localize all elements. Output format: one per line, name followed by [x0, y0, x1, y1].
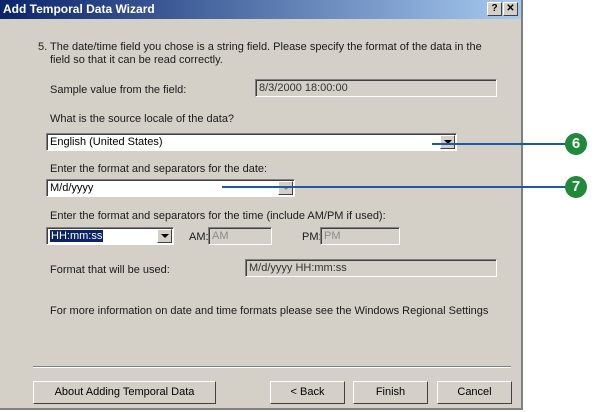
locale-value: English (United States): [50, 136, 163, 148]
title-bar: Add Temporal Data Wizard ? ✕: [0, 0, 521, 19]
result-format-field: M/d/yyyy HH:mm:ss: [245, 259, 497, 277]
back-button[interactable]: < Back: [270, 381, 345, 404]
date-format-combo[interactable]: M/d/yyyy: [46, 179, 295, 197]
sample-value-field: 8/3/2000 18:00:00: [255, 79, 497, 97]
finish-button[interactable]: Finish: [353, 381, 428, 404]
locale-dropdown[interactable]: English (United States): [46, 133, 457, 151]
divider: [33, 366, 511, 368]
time-format-label: Enter the format and separators for the …: [50, 210, 386, 222]
locale-label: What is the source locale of the data?: [50, 113, 235, 125]
chevron-down-icon[interactable]: [157, 229, 172, 243]
am-label: AM:: [189, 231, 209, 243]
result-format-label: Format that will be used:: [50, 264, 170, 276]
callout-7-badge: 7: [565, 176, 587, 198]
callout-6-badge: 6: [565, 133, 587, 155]
wizard-dialog: Add Temporal Data Wizard ? ✕ 5. The date…: [0, 0, 523, 410]
step-number: 5.: [38, 41, 48, 53]
time-format-combo[interactable]: HH:mm:ss: [46, 227, 174, 245]
time-format-value: HH:mm:ss: [50, 230, 104, 242]
step-instruction-line2: field so that it can be read correctly.: [50, 54, 223, 66]
pm-label: PM:: [302, 231, 322, 243]
step-instruction-line1: The date/time field you chose is a strin…: [50, 41, 482, 53]
am-field[interactable]: AM: [208, 227, 272, 245]
callout-7-leader-line: [222, 186, 566, 188]
callout-6-leader-line: [432, 143, 566, 145]
info-text: For more information on date and time fo…: [50, 305, 489, 317]
date-format-value: M/d/yyyy: [50, 182, 94, 194]
chevron-down-icon[interactable]: [278, 181, 293, 195]
cancel-button[interactable]: Cancel: [437, 381, 512, 404]
sample-label: Sample value from the field:: [50, 84, 187, 96]
pm-field[interactable]: PM: [320, 227, 400, 245]
close-button[interactable]: ✕: [503, 2, 518, 16]
chevron-down-icon[interactable]: [440, 135, 455, 149]
help-button[interactable]: ?: [487, 2, 502, 16]
about-temporal-data-button[interactable]: About Adding Temporal Data: [33, 381, 216, 404]
window-title: Add Temporal Data Wizard: [3, 2, 155, 16]
date-format-label: Enter the format and separators for the …: [50, 163, 268, 175]
